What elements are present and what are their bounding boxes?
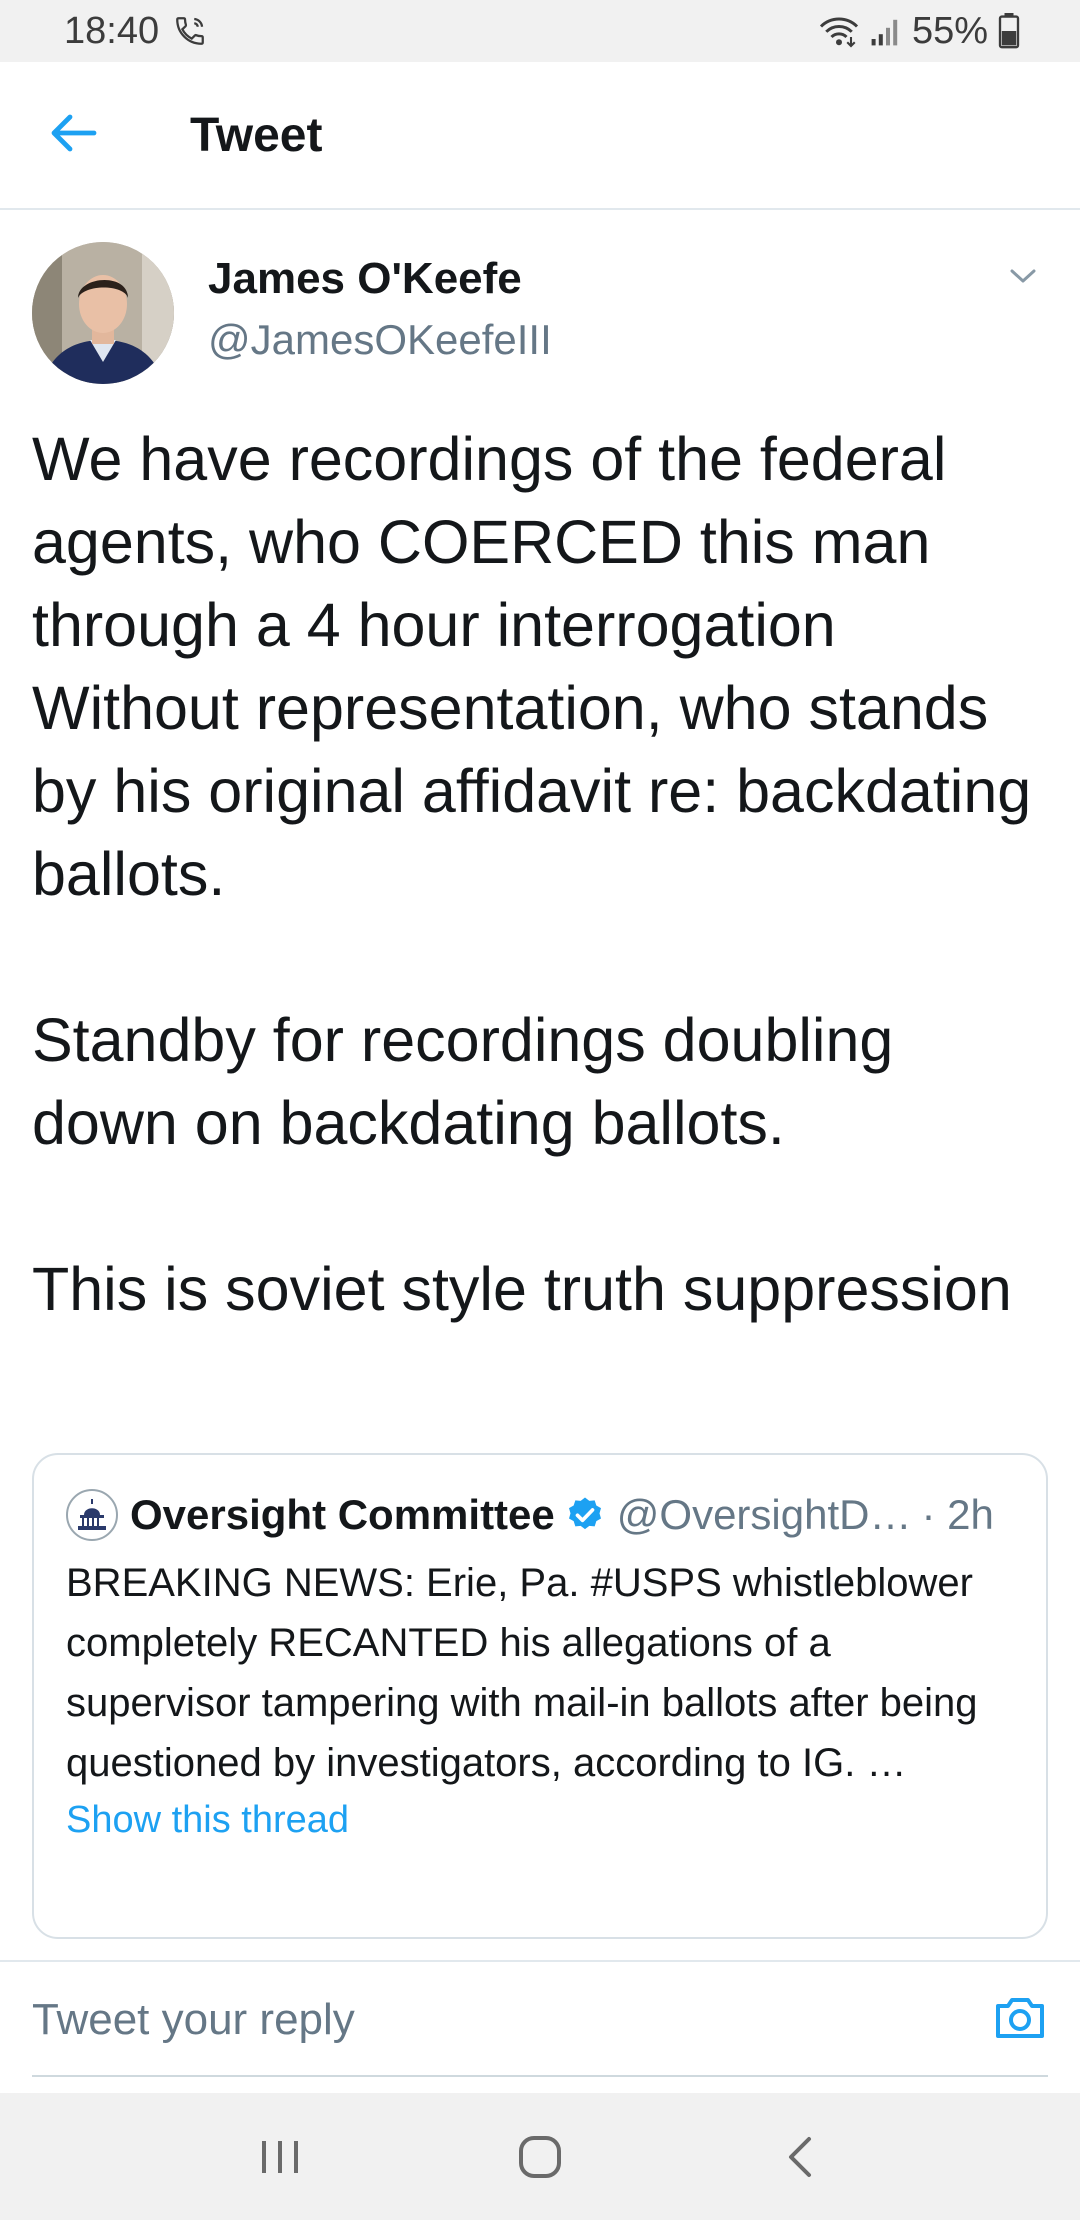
tweet-header: James O'Keefe @JamesOKeefeIII (32, 242, 1052, 384)
author-name[interactable]: James O'Keefe (208, 254, 552, 304)
reply-input[interactable]: Tweet your reply (32, 1995, 355, 2045)
capitol-icon (66, 1489, 118, 1541)
chevron-down-icon[interactable] (1008, 266, 1038, 291)
page-title: Tweet (190, 108, 323, 162)
battery-icon (998, 13, 1020, 49)
status-bar: 18:40 55% (0, 0, 1080, 62)
quoted-author-name: Oversight Committee (130, 1491, 555, 1538)
app-bar: Tweet (0, 62, 1080, 210)
status-right: 55% (818, 10, 1020, 53)
reply-bar[interactable]: Tweet your reply (32, 1962, 1048, 2078)
quoted-time: · 2h (921, 1491, 994, 1538)
verified-badge-icon (565, 1495, 605, 1535)
author-handle[interactable]: @JamesOKeefeIII (208, 316, 552, 364)
avatar[interactable] (32, 242, 174, 384)
back-arrow-icon (50, 113, 98, 158)
tweet-text: We have recordings of the federal agents… (32, 425, 1032, 1323)
battery-level: 55% (911, 9, 988, 52)
quoted-tweet-header: Oversight Committee @OversightD… · 2h (66, 1481, 1016, 1549)
reply-underline (32, 2075, 1048, 2077)
call-icon (173, 14, 207, 48)
author-names: James O'Keefe @JamesOKeefeIII (208, 234, 552, 384)
home-icon[interactable] (480, 2107, 600, 2207)
quoted-meta: @OversightD… · 2h (617, 1491, 994, 1539)
back-icon[interactable] (740, 2107, 860, 2207)
signal-icon (870, 15, 902, 47)
status-time: 18:40 (64, 9, 160, 52)
show-thread-link[interactable]: Show this thread (66, 1799, 1016, 1842)
recents-icon[interactable] (220, 2107, 340, 2207)
system-nav-bar (0, 2093, 1080, 2220)
quoted-author-handle: @OversightD… (616, 1491, 912, 1538)
wifi-icon (818, 14, 860, 48)
status-left: 18:40 (64, 10, 207, 53)
back-button[interactable] (0, 61, 150, 209)
quoted-tweet[interactable]: Oversight Committee @OversightD… · 2h BR… (32, 1453, 1048, 1939)
camera-icon[interactable] (992, 1993, 1048, 2048)
quoted-tweet-text: BREAKING NEWS: Erie, Pa. #USPS whistlebl… (66, 1561, 978, 1785)
